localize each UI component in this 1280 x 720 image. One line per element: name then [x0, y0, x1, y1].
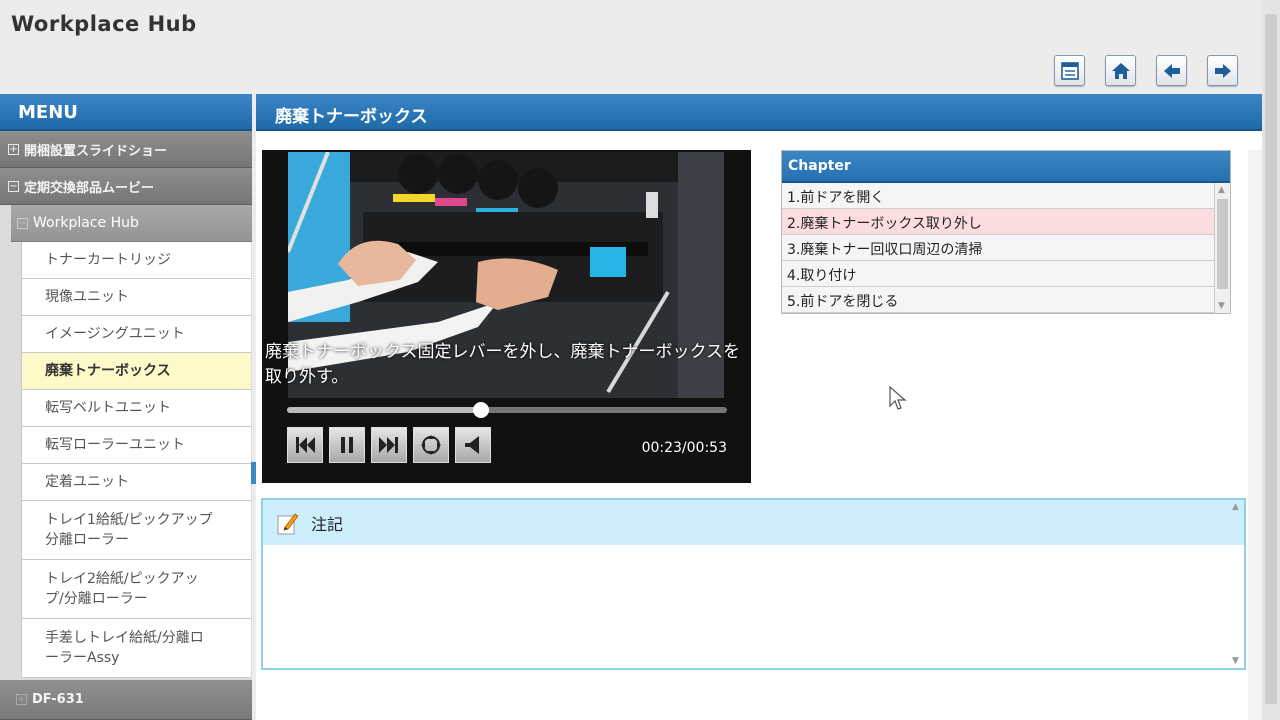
next-chapter-icon — [379, 437, 398, 453]
video-subtitle: 廃棄トナーボックス固定レバーを外し、廃棄トナーボックスを取り外す。 — [265, 342, 740, 387]
menu-item-list: トナーカートリッジ 現像ユニット イメージングユニット 廃棄トナーボックス 転写… — [21, 242, 251, 678]
fullscreen-icon — [421, 435, 441, 455]
menu-item-label: 定着ユニット — [45, 474, 129, 490]
menu-item-tray1-rollers[interactable]: トレイ1給紙/ピックアップ 分離ローラー — [21, 501, 251, 560]
scroll-down-icon[interactable]: ▼ — [1218, 301, 1225, 311]
pause-button[interactable] — [329, 427, 365, 463]
back-button[interactable] — [1156, 55, 1187, 86]
volume-icon — [465, 436, 479, 454]
window-scrollbar[interactable] — [1262, 0, 1280, 720]
menu-group-label: DF-631 — [32, 692, 84, 707]
next-chapter-button[interactable] — [371, 427, 407, 463]
pause-icon — [341, 437, 353, 453]
forward-button[interactable] — [1207, 55, 1238, 86]
main-scrollbar[interactable] — [1248, 150, 1262, 720]
toolbar — [1054, 55, 1238, 86]
scroll-up-icon[interactable]: ▲ — [1232, 502, 1239, 512]
scroll-thumb[interactable] — [1217, 199, 1228, 289]
seek-progress — [287, 407, 481, 413]
menu-subgroup-workplace-hub[interactable]: − Workplace Hub — [11, 205, 252, 242]
menu-item-tray2-rollers[interactable]: トレイ2給紙/ピックアッ プ/分離ローラー — [21, 560, 251, 619]
menu-item-label: 手差しトレイ給紙/分離ロ ーラーAssy — [45, 630, 204, 666]
menu-item-transfer-roller[interactable]: 転写ローラーユニット — [21, 427, 251, 464]
menu-group-df631[interactable]: + DF-631 — [0, 680, 252, 720]
player-controls — [287, 427, 491, 463]
expand-icon[interactable]: + — [16, 694, 27, 705]
notes-header: 注記 — [263, 500, 1244, 545]
volume-button[interactable] — [455, 427, 491, 463]
sidebar: MENU + 開梱設置スライドショー − 定期交換部品ムービー − Workpl… — [0, 94, 252, 720]
pencil-note-icon — [277, 512, 299, 534]
seek-handle[interactable] — [472, 402, 489, 418]
menu-group-movies[interactable]: − 定期交換部品ムービー — [0, 168, 252, 205]
home-button[interactable] — [1105, 55, 1136, 86]
collapse-icon[interactable]: − — [8, 180, 19, 192]
menu-group-slideshow[interactable]: + 開梱設置スライドショー — [0, 131, 252, 168]
chapter-header: Chapter — [782, 151, 1230, 183]
chapter-item-5[interactable]: 5.前ドアを閉じる — [782, 287, 1215, 313]
scroll-up-icon[interactable]: ▲ — [1218, 185, 1225, 195]
menu-item-label: トレイ2給紙/ピックアッ プ/分離ローラー — [45, 571, 199, 607]
notes-body — [263, 545, 1244, 668]
notes-title: 注記 — [311, 514, 344, 534]
menu-item-developing-unit[interactable]: 現像ユニット — [21, 279, 251, 316]
chapter-item-1[interactable]: 1.前ドアを開く — [782, 183, 1215, 209]
chapter-panel: Chapter 1.前ドアを開く 2.廃棄トナーボックス取り外し 3.廃棄トナー… — [781, 150, 1231, 314]
menu-item-label: 転写ベルトユニット — [45, 400, 171, 416]
collapse-icon[interactable]: − — [17, 217, 28, 229]
menu-group-label: 開梱設置スライドショー — [24, 143, 168, 159]
menu-item-label: 廃棄トナーボックス — [45, 363, 171, 379]
menu-header: MENU — [0, 94, 252, 131]
menu-item-label: 転写ローラーユニット — [45, 437, 185, 453]
menu-item-toner-cartridge[interactable]: トナーカートリッジ — [21, 242, 251, 279]
back-arrow-icon — [1163, 63, 1180, 78]
notes-scrollbar[interactable]: ▲ ▼ — [1230, 500, 1244, 668]
home-icon — [1111, 62, 1130, 79]
menu-item-label: トレイ1給紙/ピックアップ 分離ローラー — [45, 512, 213, 548]
list-view-icon — [1060, 61, 1079, 80]
menu-item-label: トナーカートリッジ — [45, 252, 171, 268]
app-title: Workplace Hub — [11, 12, 197, 36]
expand-icon[interactable]: + — [8, 143, 19, 155]
chapter-item-4[interactable]: 4.取り付け — [782, 261, 1215, 287]
seek-bar[interactable] — [287, 402, 727, 418]
forward-arrow-icon — [1214, 63, 1231, 78]
menu-item-imaging-unit[interactable]: イメージングユニット — [21, 316, 251, 353]
fullscreen-button[interactable] — [413, 427, 449, 463]
chapter-scrollbar[interactable]: ▲ ▼ — [1214, 183, 1230, 313]
menu-item-transfer-belt[interactable]: 転写ベルトユニット — [21, 390, 251, 427]
menu-item-bypass-tray-rollers[interactable]: 手差しトレイ給紙/分離ロ ーラーAssy — [21, 619, 251, 678]
previous-chapter-icon — [296, 437, 315, 453]
window-scroll-thumb[interactable] — [1265, 14, 1277, 704]
page-title: 廃棄トナーボックス — [256, 94, 1262, 131]
menu-item-label: 現像ユニット — [45, 289, 129, 305]
chapter-list: 1.前ドアを開く 2.廃棄トナーボックス取り外し 3.廃棄トナー回収口周辺の清掃… — [782, 183, 1215, 313]
chapter-item-2[interactable]: 2.廃棄トナーボックス取り外し — [782, 209, 1215, 235]
app-header: Workplace Hub — [0, 0, 1280, 94]
mouse-cursor-icon — [889, 386, 907, 410]
menu-group-label: 定期交換部品ムービー — [24, 180, 155, 196]
video-timecode: 00:23/00:53 — [641, 440, 727, 456]
main-content: 廃棄トナーボックス 廃棄トナーボックス固定レバーを外し、廃棄トナーボックスを取り… — [256, 94, 1262, 720]
menu-item-label: イメージングユニット — [45, 326, 185, 342]
menu-item-fusing-unit[interactable]: 定着ユニット — [21, 464, 251, 501]
video-player: 廃棄トナーボックス固定レバーを外し、廃棄トナーボックスを取り外す。 00:23/… — [262, 150, 751, 483]
previous-chapter-button[interactable] — [287, 427, 323, 463]
scroll-down-icon[interactable]: ▼ — [1232, 656, 1239, 666]
chapter-item-3[interactable]: 3.廃棄トナー回収口周辺の清掃 — [782, 235, 1215, 261]
notes-panel: 注記 ▲ ▼ — [261, 498, 1246, 670]
list-view-button[interactable] — [1054, 55, 1085, 86]
menu-subgroup-label: Workplace Hub — [33, 215, 139, 231]
menu-item-waste-toner-box[interactable]: 廃棄トナーボックス — [21, 353, 251, 390]
